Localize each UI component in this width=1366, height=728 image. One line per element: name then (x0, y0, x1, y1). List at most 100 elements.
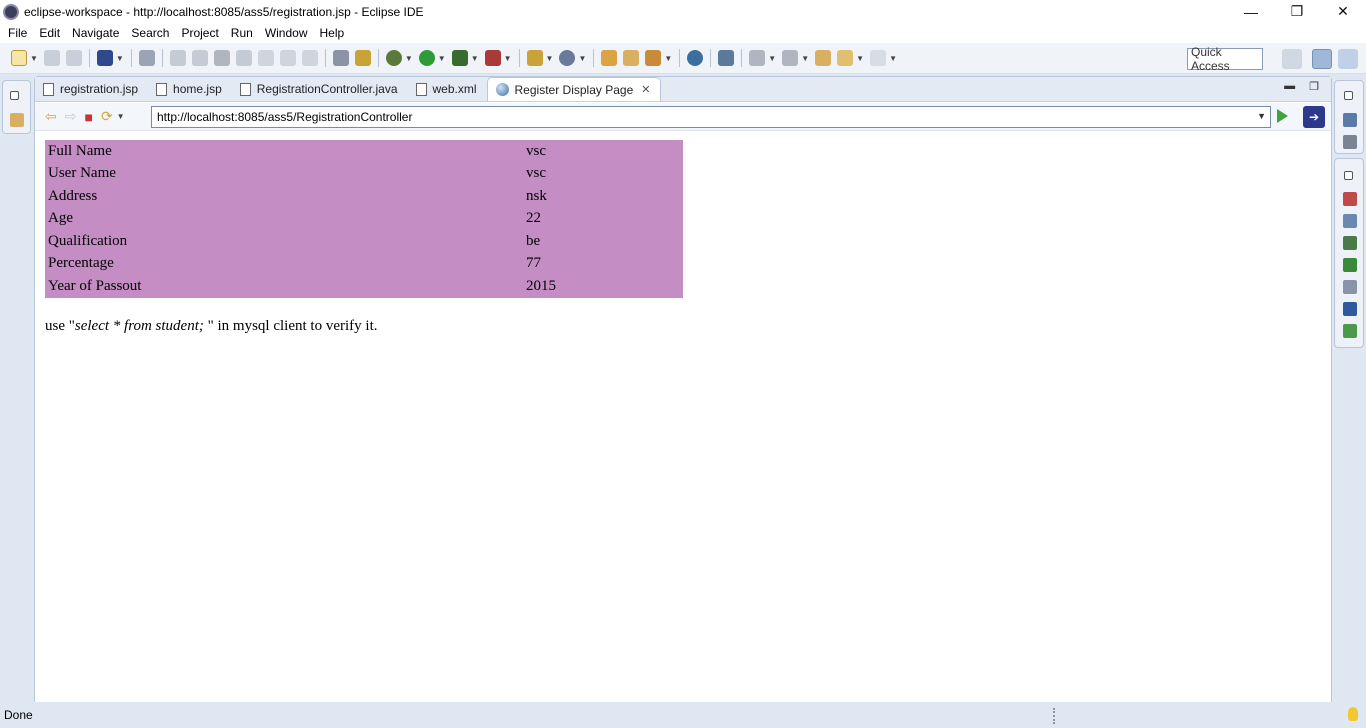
forward-icon[interactable] (870, 50, 887, 66)
refresh-icon[interactable]: ⟳ (101, 108, 113, 125)
open-perspective-icon[interactable] (1282, 49, 1302, 69)
lightbulb-icon[interactable] (1348, 707, 1358, 721)
suspend-icon[interactable] (191, 50, 208, 66)
markers-icon[interactable] (1343, 192, 1357, 206)
progress-icon[interactable] (1343, 324, 1357, 338)
back-arrow-icon[interactable]: ⇦ (45, 108, 57, 125)
menu-help[interactable]: Help (314, 26, 351, 40)
debug-icon[interactable] (385, 50, 402, 66)
console-icon[interactable] (1343, 302, 1357, 316)
minimize-editor-icon[interactable]: ▬ (1284, 80, 1295, 93)
servers-icon[interactable] (1343, 236, 1357, 250)
quick-access-input[interactable]: Quick Access (1187, 45, 1263, 73)
new-server-dropdown-icon[interactable]: ▼ (546, 54, 554, 63)
validate-icon[interactable] (718, 50, 735, 66)
forward-arrow-icon[interactable]: ⇨ (65, 108, 77, 125)
open-web-browser-icon[interactable] (687, 50, 704, 66)
toolbar-separator (679, 49, 681, 67)
eclipse-browser-icon[interactable]: ➔ (1303, 106, 1325, 128)
menu-navigate[interactable]: Navigate (66, 26, 125, 40)
restore-icon[interactable] (10, 91, 19, 100)
refresh-dropdown-icon[interactable]: ▼ (117, 112, 125, 121)
url-history-dropdown-icon[interactable]: ▼ (1257, 111, 1266, 121)
tab-home-jsp[interactable]: home.jsp (148, 77, 232, 101)
menu-run[interactable]: Run (225, 26, 259, 40)
external-tools-dropdown-icon[interactable]: ▼ (504, 54, 512, 63)
java-ee-perspective-icon[interactable] (1312, 49, 1332, 69)
external-tools-icon[interactable] (484, 50, 501, 66)
toolbar-separator (593, 49, 595, 67)
tab-registration-controller-java[interactable]: RegistrationController.java (232, 77, 408, 101)
previous-annotation-icon[interactable] (782, 50, 799, 66)
back-icon[interactable] (837, 50, 854, 66)
menu-project[interactable]: Project (175, 26, 224, 40)
row-label: Percentage (48, 255, 114, 272)
step-into-icon[interactable] (257, 50, 274, 66)
menu-window[interactable]: Window (259, 26, 314, 40)
close-button[interactable]: ✕ (1320, 0, 1366, 23)
row-label: Qualification (48, 232, 128, 249)
toggle-mark-icon[interactable] (332, 50, 349, 66)
step-over-icon[interactable] (279, 50, 296, 66)
java-perspective-icon[interactable] (1338, 49, 1358, 69)
close-tab-icon[interactable]: ✕ (641, 83, 650, 96)
restore-icon[interactable] (1344, 91, 1353, 100)
tab-label: home.jsp (173, 82, 222, 96)
last-edit-location-icon[interactable] (815, 50, 832, 66)
use-step-filters-icon[interactable] (354, 50, 371, 66)
properties-icon[interactable] (1343, 214, 1357, 228)
terminal-dropdown-icon[interactable]: ▼ (116, 54, 124, 63)
new-web-service-icon[interactable] (559, 50, 576, 66)
next-annotation-dropdown-icon[interactable]: ▼ (768, 54, 776, 63)
new-server-icon[interactable] (526, 50, 543, 66)
menu-search[interactable]: Search (125, 26, 175, 40)
search-dropdown-icon[interactable]: ▼ (664, 54, 672, 63)
maximize-button[interactable]: ❐ (1274, 0, 1320, 23)
save-all-icon[interactable] (65, 50, 82, 66)
open-type-icon[interactable] (601, 50, 618, 66)
task-list-icon[interactable] (1343, 135, 1357, 149)
step-return-icon[interactable] (301, 50, 318, 66)
toolbar-separator (88, 49, 90, 67)
resume-icon[interactable] (169, 50, 186, 66)
terminal-icon[interactable] (96, 50, 113, 66)
tab-register-display-page[interactable]: Register Display Page ✕ (486, 77, 662, 101)
minimize-button[interactable]: — (1228, 0, 1274, 23)
previous-annotation-dropdown-icon[interactable]: ▼ (801, 54, 809, 63)
status-bar: Done (0, 702, 1366, 728)
globe-icon (495, 83, 509, 96)
snippets-icon[interactable] (1343, 280, 1357, 294)
disconnect-icon[interactable] (235, 50, 252, 66)
left-trim-stack (0, 76, 33, 702)
back-dropdown-icon[interactable]: ▼ (856, 54, 864, 63)
open-task-icon[interactable] (623, 50, 640, 66)
menu-edit[interactable]: Edit (33, 26, 66, 40)
tab-registration-jsp[interactable]: registration.jsp (35, 77, 148, 101)
table-row: Qualification be (45, 230, 683, 253)
coverage-icon[interactable] (451, 50, 468, 66)
new-web-service-dropdown-icon[interactable]: ▼ (578, 54, 586, 63)
next-annotation-icon[interactable] (749, 50, 766, 66)
skip-breakpoints-icon[interactable] (138, 50, 155, 66)
outline-icon[interactable] (1343, 113, 1357, 127)
coverage-dropdown-icon[interactable]: ▼ (471, 54, 479, 63)
new-dropdown-icon[interactable]: ▼ (30, 54, 38, 63)
save-icon[interactable] (43, 50, 60, 66)
run-dropdown-icon[interactable]: ▼ (438, 54, 446, 63)
new-icon[interactable] (11, 50, 27, 66)
url-input[interactable]: http://localhost:8085/ass5/RegistrationC… (151, 106, 1271, 128)
forward-dropdown-icon[interactable]: ▼ (889, 54, 897, 63)
go-button[interactable] (1277, 109, 1288, 123)
toolbar-separator (130, 49, 132, 67)
data-source-explorer-icon[interactable] (1343, 258, 1357, 272)
debug-dropdown-icon[interactable]: ▼ (405, 54, 413, 63)
menu-file[interactable]: File (2, 26, 33, 40)
maximize-editor-icon[interactable]: ❐ (1309, 80, 1319, 93)
project-explorer-icon[interactable] (10, 113, 24, 127)
run-icon[interactable] (418, 50, 435, 66)
stop-icon[interactable]: ■ (84, 109, 92, 125)
tab-web-xml[interactable]: web.xml (408, 77, 487, 101)
restore-icon[interactable] (1344, 171, 1353, 180)
terminate-icon[interactable] (213, 50, 230, 66)
search-icon[interactable] (645, 50, 662, 66)
